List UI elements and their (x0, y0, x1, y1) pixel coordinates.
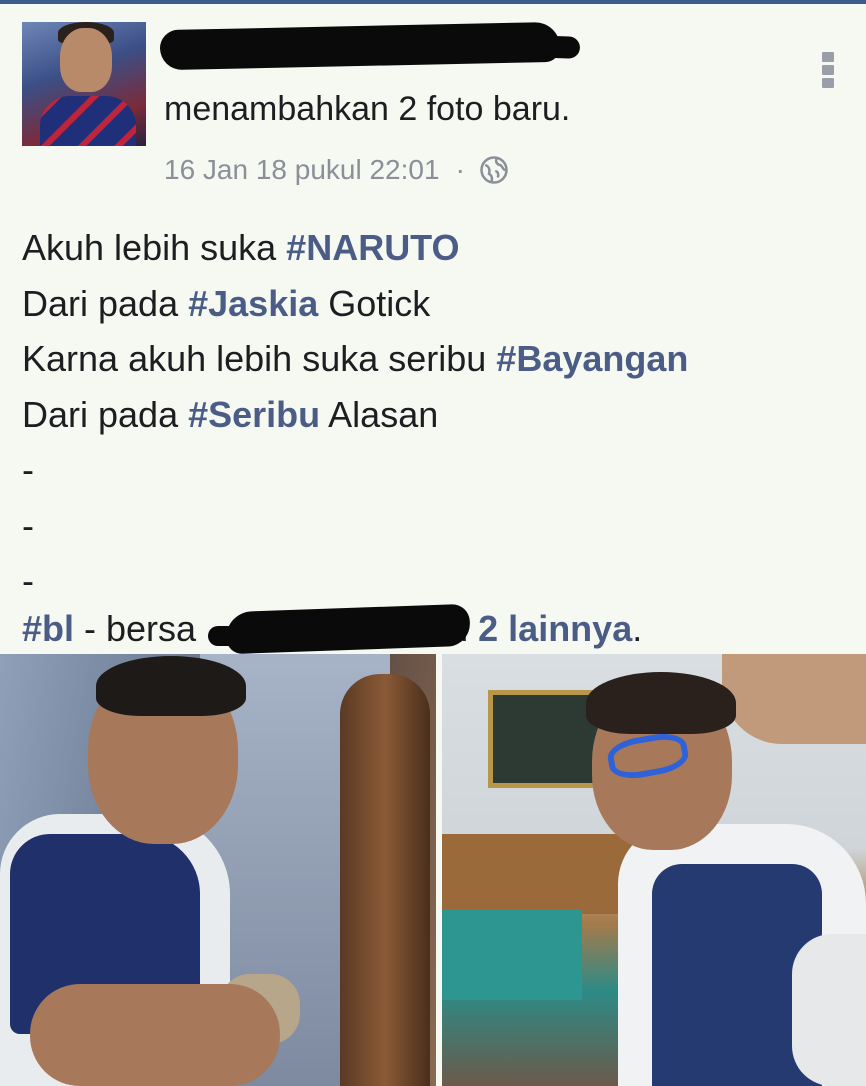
post-body: Akuh lebih suka #NARUTO Dari pada #Jaski… (22, 220, 852, 609)
post-dash: - (22, 560, 34, 601)
hashtag-link[interactable]: #bl (22, 608, 74, 649)
redacted-tagged-name-mark (208, 626, 358, 646)
post-line-2: Dari pada #Jaskia Gotick (22, 282, 431, 324)
hashtag-link[interactable]: #Bayangan (496, 338, 688, 379)
post-line-3: Karna akuh lebih suka seribu #Bayangan (22, 338, 689, 379)
post-line-1: Akuh lebih suka #NARUTO (22, 227, 460, 268)
post-meta: 16 Jan 18 pukul 22:01 · (164, 154, 509, 186)
photo-grid (0, 654, 866, 1086)
avatar[interactable] (22, 22, 146, 146)
post-dash: - (22, 504, 34, 546)
globe-icon[interactable] (479, 155, 509, 185)
hashtag-link[interactable]: #Seribu (188, 394, 320, 435)
facebook-post: menambahkan 2 foto baru. 16 Jan 18 pukul… (0, 4, 866, 1086)
avatar-shirt (40, 96, 136, 146)
hashtag-link[interactable]: #NARUTO (286, 227, 459, 268)
photo-1[interactable] (0, 654, 436, 1086)
others-link[interactable]: 2 lainnya (478, 608, 632, 649)
post-line-4: Dari pada #Seribu Alasan (22, 393, 439, 435)
more-vertical-icon[interactable] (822, 52, 836, 92)
post-timestamp[interactable]: 16 Jan 18 pukul 22:01 (164, 154, 440, 186)
post-action-text: menambahkan 2 foto baru. (164, 90, 571, 128)
hashtag-link[interactable]: #Jaskia (188, 283, 318, 324)
avatar-face (60, 28, 112, 92)
meta-separator: · (455, 154, 465, 185)
post-dash: - (22, 449, 34, 490)
photo-2[interactable] (442, 654, 866, 1086)
